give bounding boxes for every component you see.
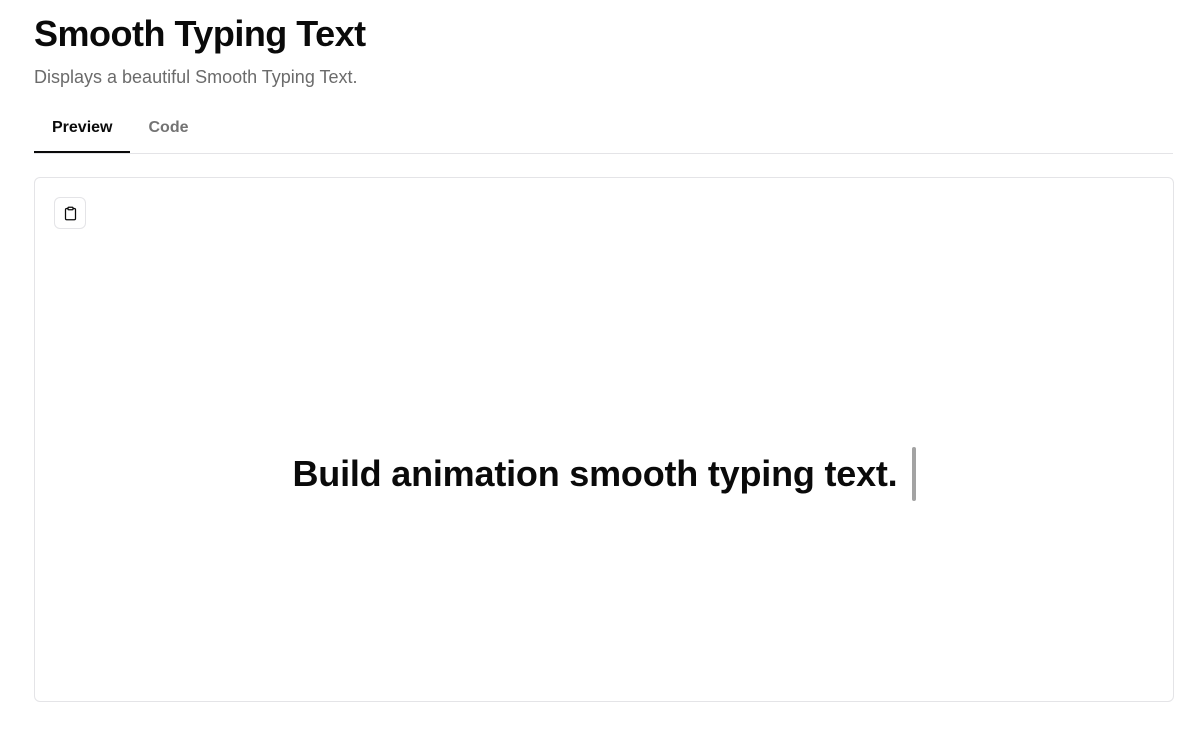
typing-text-container: Build animation smooth typing text.: [35, 446, 1173, 502]
page: Smooth Typing Text Displays a beautiful …: [0, 0, 1200, 740]
page-description: Displays a beautiful Smooth Typing Text.: [34, 67, 358, 87]
tab-code[interactable]: Code: [130, 104, 206, 152]
clipboard-icon: [64, 206, 76, 220]
page-title: Smooth Typing Text: [34, 13, 366, 54]
preview-panel: Build animation smooth typing text.: [34, 177, 1174, 702]
copy-button[interactable]: [54, 197, 86, 229]
tab-list: Preview Code: [34, 104, 1173, 154]
typing-cursor: [911, 447, 916, 501]
tab-preview[interactable]: Preview: [34, 104, 131, 153]
typing-text: Build animation smooth typing text.: [292, 453, 898, 494]
